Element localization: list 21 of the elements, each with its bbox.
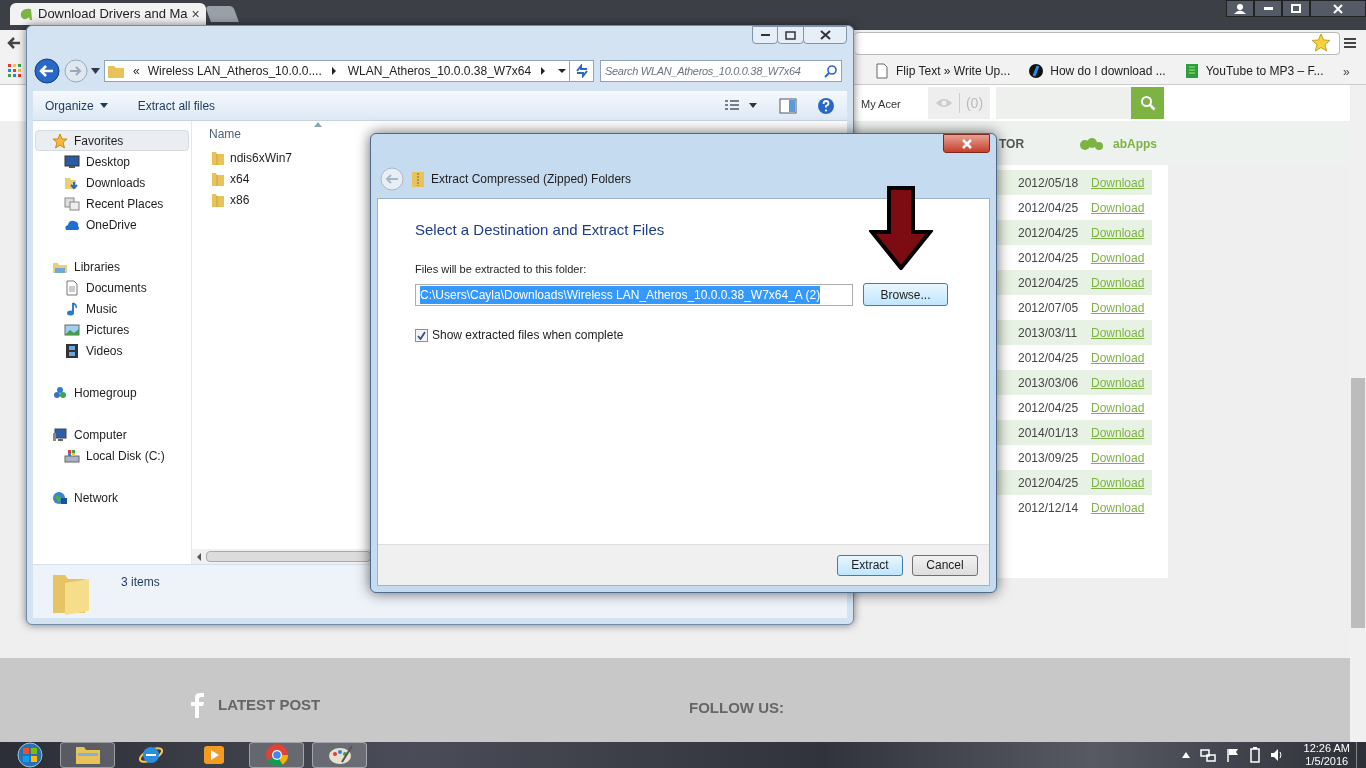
- table-cell-text: 2012/05/18: [1018, 174, 1080, 192]
- table-cell-text: 2012/04/25: [1018, 199, 1080, 217]
- field-label: Files will be extracted to this folder:: [415, 261, 587, 277]
- tab-title: Download Drivers and Ma: [38, 5, 188, 24]
- item-count: 3 items: [121, 574, 160, 591]
- table-cell-text: 2014/01/13: [1018, 424, 1080, 442]
- table-cell-text: 2012/04/25: [1018, 474, 1080, 492]
- table-cell-text: 2012/04/25: [1018, 224, 1080, 242]
- dialog-title: Extract Compressed (Zipped) Folders: [431, 171, 632, 188]
- dialog-heading: Select a Destination and Extract Files: [415, 220, 665, 240]
- table-cell-text: 2012/04/25: [1018, 349, 1080, 367]
- table-cell-text: 2013/09/25: [1018, 449, 1080, 467]
- table-cell-text: 2012/07/05: [1018, 299, 1080, 317]
- table-cell-text: 2012/04/25: [1018, 399, 1080, 417]
- section-heading: FOLLOW US:: [689, 698, 784, 718]
- table-cell-text: 2012/04/25: [1018, 274, 1080, 292]
- table-cell-text: 2012/12/14: [1018, 499, 1080, 517]
- table-cell-text: 2013/03/06: [1018, 374, 1080, 392]
- table-cell-text: 2013/03/11: [1018, 324, 1079, 342]
- section-heading: LATEST POST: [218, 694, 321, 715]
- table-cell-text: 2012/04/25: [1018, 249, 1080, 267]
